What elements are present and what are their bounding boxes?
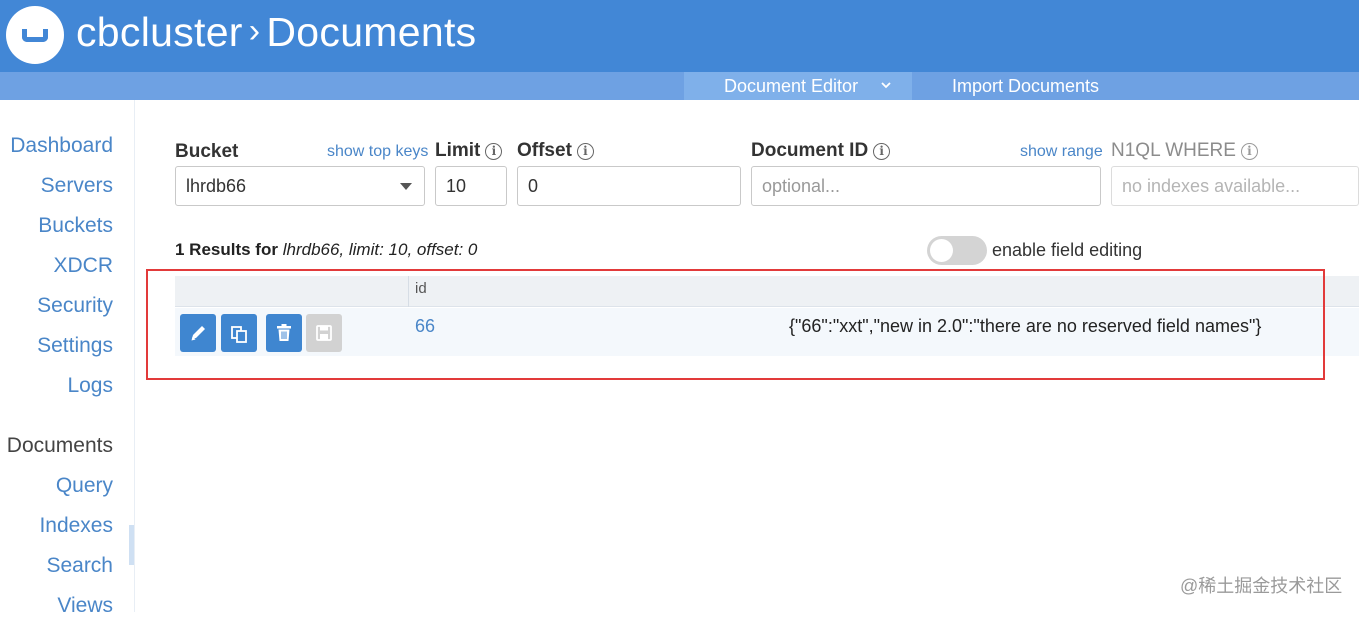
offset-input[interactable]	[528, 176, 740, 197]
couchbase-logo[interactable]	[6, 6, 64, 64]
sidebar-item-servers[interactable]: Servers	[41, 174, 113, 198]
document-id-label-text: Document ID	[751, 140, 869, 161]
limit-label-text: Limit	[435, 140, 481, 161]
show-top-keys-link[interactable]: show top keys	[327, 143, 428, 161]
document-id-input-wrap	[751, 166, 1101, 206]
sidebar-item-settings[interactable]: Settings	[37, 334, 113, 358]
info-icon[interactable]: i	[576, 143, 594, 160]
toggle-knob	[930, 239, 953, 262]
limit-input-wrap	[435, 166, 507, 206]
offset-input-wrap	[517, 166, 741, 206]
field-editing-label: enable field editing	[992, 240, 1143, 260]
annotation-highlight-box	[146, 269, 1325, 380]
n1ql-where-label-text: N1QL WHERE	[1111, 140, 1236, 161]
info-icon[interactable]: i	[485, 143, 503, 160]
chevron-down-icon[interactable]	[880, 72, 892, 110]
sidebar-item-xdcr[interactable]: XDCR	[53, 254, 113, 278]
n1ql-where-input-wrap	[1111, 166, 1359, 206]
logo-mark	[22, 29, 48, 42]
sidebar-item-views[interactable]: Views	[57, 594, 113, 618]
limit-input[interactable]	[446, 176, 506, 197]
sidebar-item-dashboard[interactable]: Dashboard	[10, 134, 113, 158]
sidebar-item-documents[interactable]: Documents	[7, 434, 113, 458]
breadcrumb-separator-icon: ›	[248, 12, 261, 50]
sidebar-active-indicator	[129, 525, 134, 565]
field-editing-toggle[interactable]	[927, 236, 987, 265]
tab-import-documents[interactable]: Import Documents	[952, 72, 1099, 100]
n1ql-where-label: N1QL WHERE i	[1111, 140, 1258, 162]
breadcrumb-cluster[interactable]: cbcluster	[76, 9, 243, 55]
document-id-label: Document ID i	[751, 140, 891, 162]
sidebar-item-buckets[interactable]: Buckets	[38, 214, 113, 238]
results-summary: 1 Results for lhrdb66, limit: 10, offset…	[175, 240, 477, 260]
tab-document-editor[interactable]: Document Editor	[684, 72, 912, 100]
offset-label: Offset i	[517, 140, 594, 162]
sidebar-item-security[interactable]: Security	[37, 294, 113, 318]
sidebar-divider	[134, 100, 135, 612]
offset-label-text: Offset	[517, 140, 572, 161]
bucket-select-value: lhrdb66	[186, 176, 247, 196]
breadcrumb: cbcluster › Documents	[76, 9, 476, 56]
sub-navigation: Document Editor Import Documents	[0, 72, 1359, 100]
info-icon[interactable]: i	[873, 143, 891, 160]
sidebar-item-logs[interactable]: Logs	[67, 374, 113, 398]
tab-document-editor-label: Document Editor	[724, 76, 859, 96]
sidebar-item-search[interactable]: Search	[46, 554, 113, 578]
caret-down-icon	[400, 183, 412, 190]
n1ql-where-input[interactable]	[1122, 176, 1358, 197]
document-id-input[interactable]	[762, 176, 1100, 197]
results-count: 1 Results for	[175, 240, 278, 259]
app-header: cbcluster › Documents	[0, 0, 1359, 72]
sidebar: Dashboard Servers Buckets XDCR Security …	[0, 100, 135, 617]
results-detail: lhrdb66, limit: 10, offset: 0	[282, 240, 478, 259]
watermark: @稀土掘金技术社区	[1180, 576, 1343, 596]
page-title: Documents	[266, 9, 477, 55]
limit-label: Limit i	[435, 140, 503, 162]
info-icon[interactable]: i	[1240, 143, 1258, 160]
bucket-select[interactable]: lhrdb66	[175, 166, 425, 206]
show-range-link[interactable]: show range	[1020, 143, 1103, 161]
sidebar-item-query[interactable]: Query	[56, 474, 113, 498]
sidebar-item-indexes[interactable]: Indexes	[39, 514, 113, 538]
bucket-label: Bucket	[175, 141, 239, 162]
